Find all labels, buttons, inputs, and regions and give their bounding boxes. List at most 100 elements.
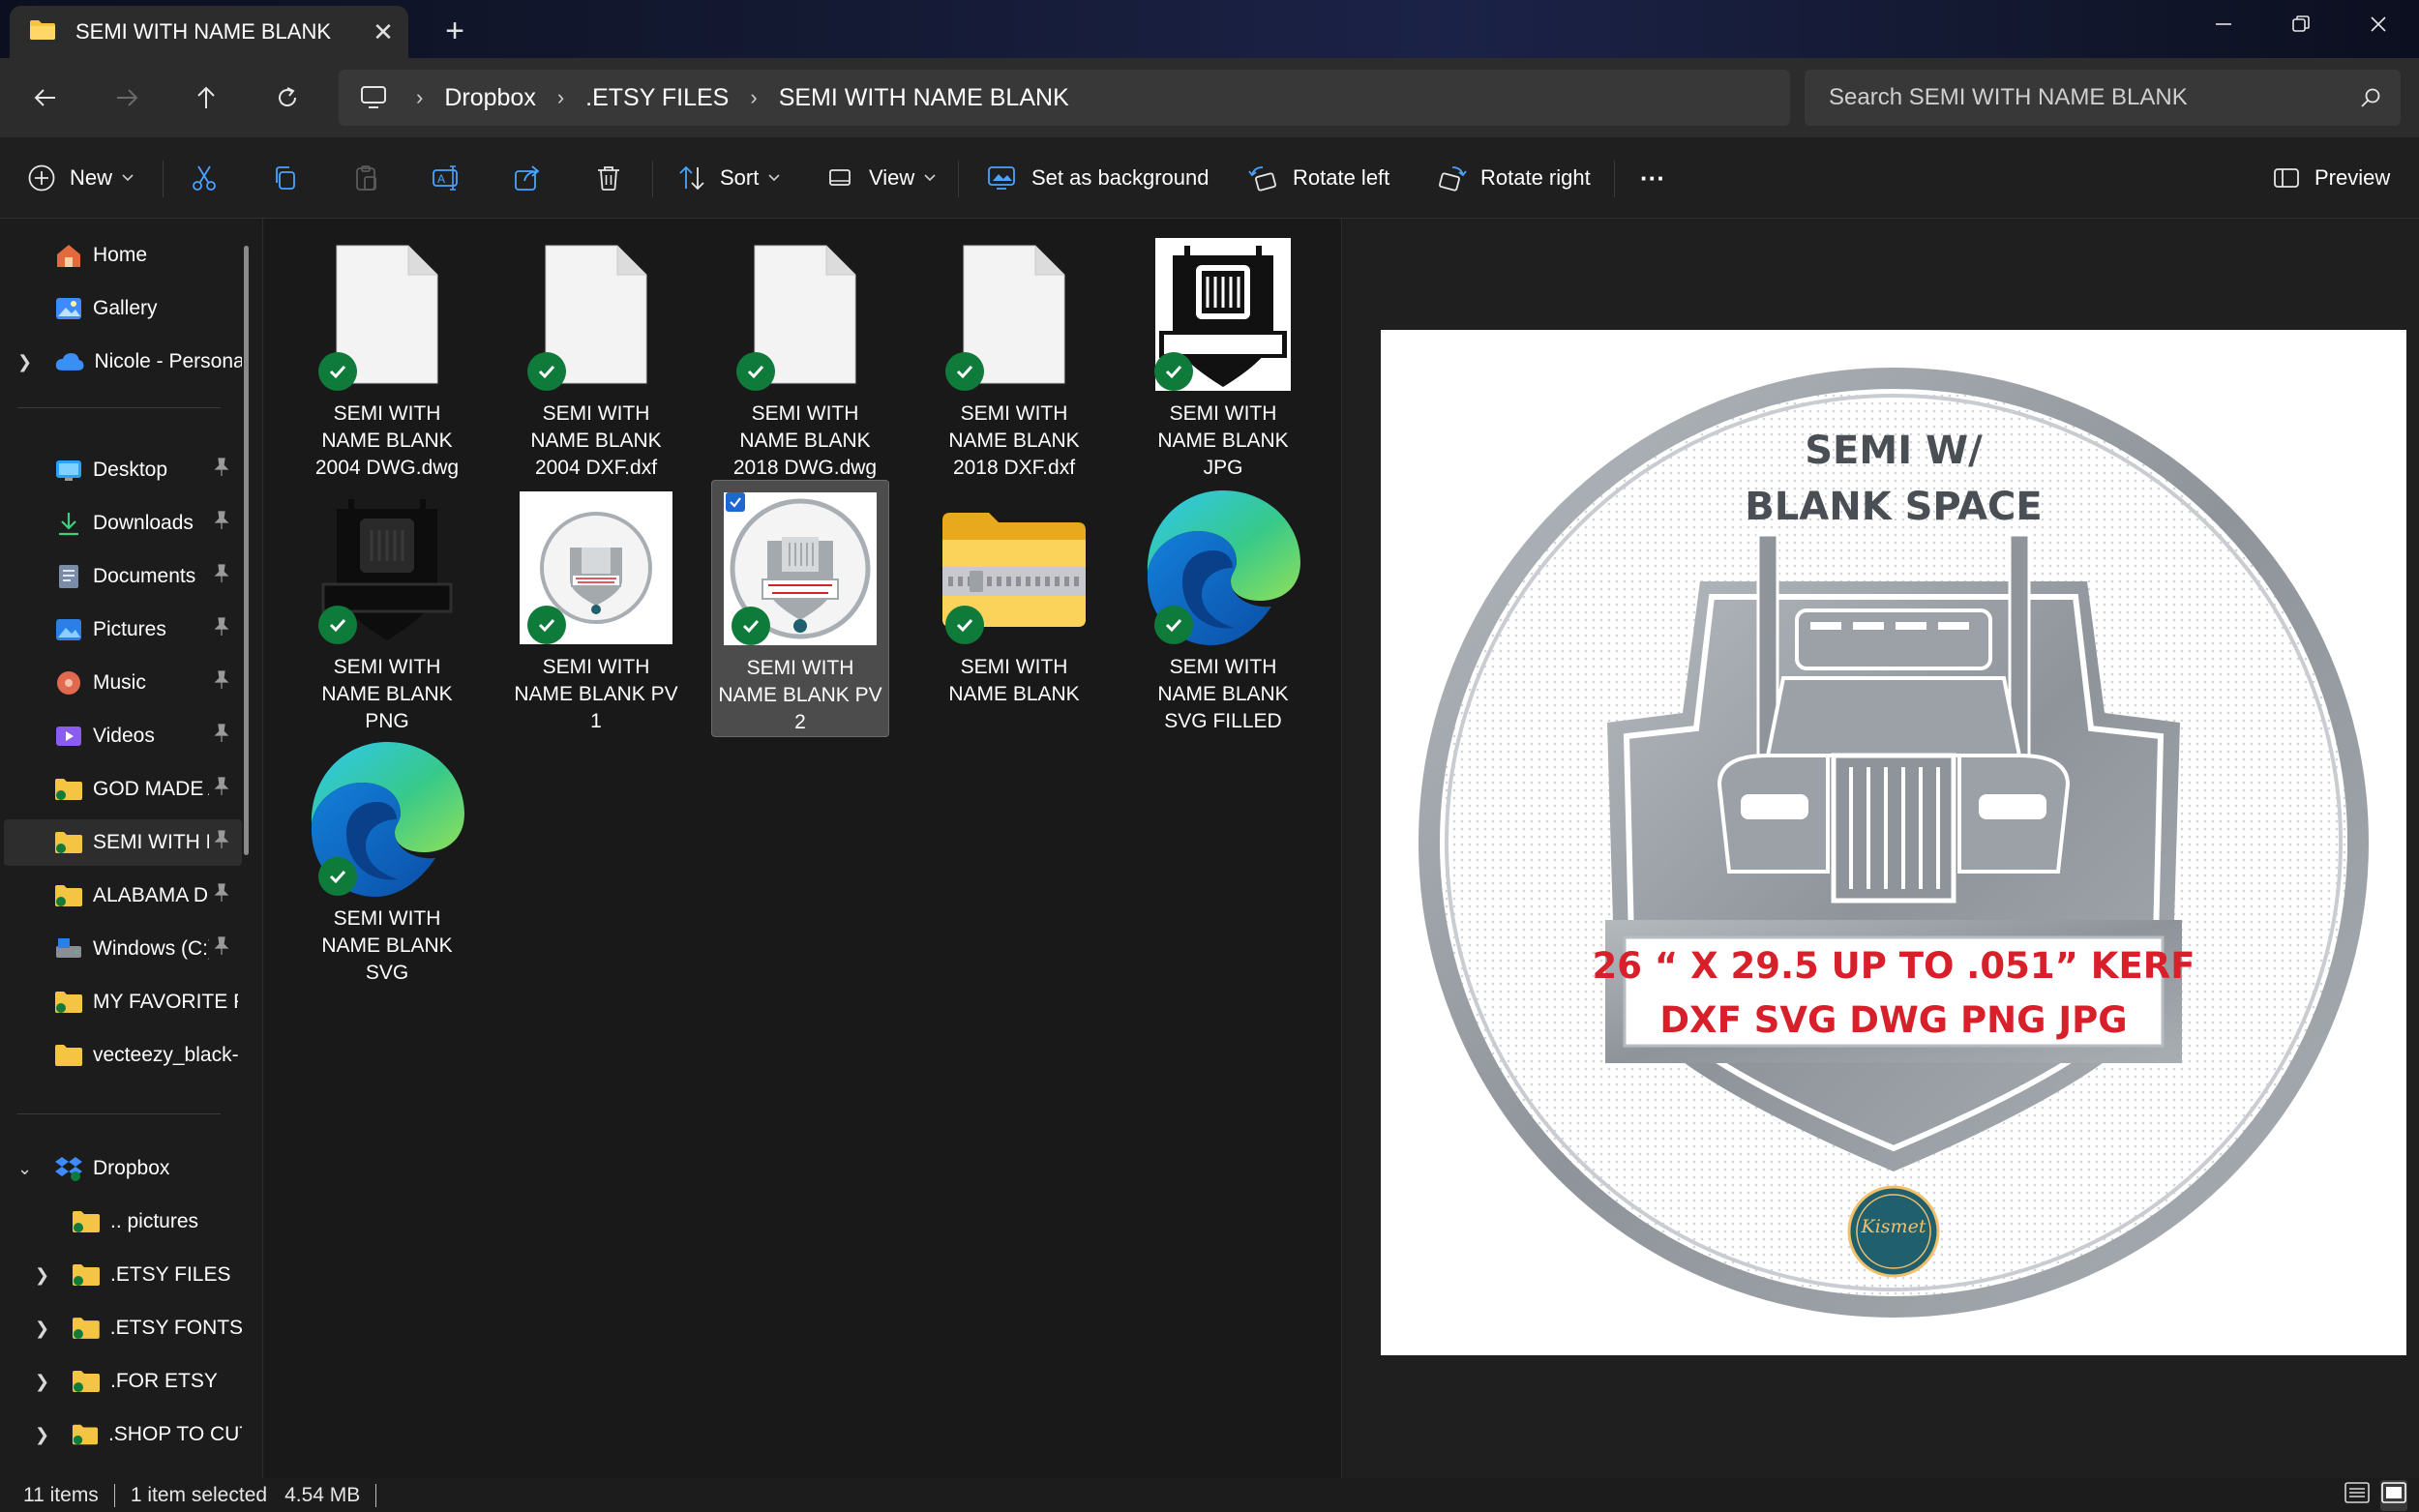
large-icons-view-button[interactable] [2380, 1479, 2407, 1511]
breadcrumb-current-folder[interactable]: SEMI WITH NAME BLANK [771, 84, 1077, 112]
sidebar-item-downloads[interactable]: Downloads [4, 500, 242, 547]
pin-icon[interactable] [213, 830, 230, 855]
file-item[interactable]: SEMI WITH NAME BLANK 2018 DWG.dwg [717, 232, 893, 482]
file-item[interactable]: SEMI WITH NAME BLANK 2004 DXF.dxf [508, 232, 684, 482]
breadcrumb-separator[interactable]: › [544, 85, 578, 110]
address-bar[interactable]: › Dropbox › .ETSY FILES › SEMI WITH NAME… [339, 70, 1790, 126]
preview-pane-button[interactable]: Preview [2272, 153, 2390, 203]
file-item-selected[interactable]: SEMI WITH NAME BLANK PV 2 [711, 480, 889, 737]
rotate-left-button[interactable]: Rotate left [1248, 153, 1389, 203]
divider [1614, 161, 1615, 197]
sidebar-item-shop-to-cut[interactable]: ❯ .SHOP TO CUT [4, 1411, 242, 1458]
sidebar-item-desktop[interactable]: Desktop [4, 447, 242, 493]
chevron-right-icon[interactable]: ❯ [35, 1319, 49, 1339]
delete-button[interactable] [594, 153, 623, 203]
sidebar-item-home[interactable]: Home [4, 232, 242, 279]
file-item[interactable]: SEMI WITH NAME BLANK JPG [1135, 232, 1311, 482]
sort-button[interactable]: Sort [677, 153, 780, 203]
pin-icon[interactable] [213, 564, 230, 589]
preview-title-line2: BLANK SPACE [1745, 485, 2043, 529]
sidebar-item-my-favorite-pe[interactable]: MY FAVORITE PE [4, 979, 242, 1025]
pin-icon[interactable] [213, 511, 230, 536]
arrow-left-icon [34, 89, 55, 106]
new-button[interactable]: New [27, 153, 134, 203]
sidebar-item-label: ALABAMA DE [93, 884, 209, 906]
pin-icon[interactable] [213, 936, 230, 962]
sync-check-icon [527, 606, 566, 644]
up-button[interactable] [182, 75, 230, 120]
this-pc-icon[interactable] [360, 85, 387, 110]
pin-icon[interactable] [213, 777, 230, 802]
sidebar-item-label: SEMI WITH N [93, 831, 209, 853]
pin-icon[interactable] [213, 458, 230, 483]
sidebar-item-pictures-folder[interactable]: .. pictures [4, 1199, 242, 1245]
search-box[interactable] [1805, 70, 2401, 126]
sidebar-item-alabama-de[interactable]: ALABAMA DE [4, 873, 242, 919]
details-view-button[interactable] [2344, 1480, 2371, 1511]
file-list: SEMI WITH NAME BLANK 2004 DWG.dwg SEMI W… [264, 219, 1340, 1478]
sidebar-scrollbar[interactable] [244, 246, 249, 855]
sidebar-item-documents[interactable]: Documents [4, 553, 242, 600]
chevron-right-icon[interactable]: ❯ [35, 1265, 49, 1286]
sidebar-item-semi-with-n[interactable]: SEMI WITH N [4, 819, 242, 866]
paste-button[interactable] [351, 153, 380, 203]
chevron-right-icon[interactable]: ❯ [17, 352, 32, 372]
close-window-button[interactable] [2340, 0, 2417, 48]
sidebar-item-etsy-files[interactable]: ❯ .ETSY FILES [4, 1252, 242, 1298]
sidebar-item-pictures[interactable]: Pictures [4, 607, 242, 653]
search-input[interactable] [1805, 84, 2360, 111]
breadcrumb-etsy-files[interactable]: .ETSY FILES [578, 84, 736, 112]
file-item[interactable]: SEMI WITH NAME BLANK PV 1 [508, 486, 684, 735]
file-item[interactable]: SEMI WITH NAME BLANK 2018 DXF.dxf [926, 232, 1102, 482]
breadcrumb-dropbox[interactable]: Dropbox [436, 84, 544, 112]
sidebar-item-dropbox[interactable]: ⌄ Dropbox [4, 1145, 242, 1192]
sidebar-item-gallery[interactable]: Gallery [4, 285, 242, 332]
file-item[interactable]: SEMI WITH NAME BLANK 2004 DWG.dwg [299, 232, 475, 482]
view-button[interactable]: View [826, 153, 936, 203]
file-name: SEMI WITH NAME BLANK SVG FILLED [1157, 656, 1289, 732]
sidebar-item-onedrive[interactable]: ❯ Nicole - Persona [4, 339, 242, 385]
sidebar-item-vecteezy[interactable]: vecteezy_black-s [4, 1032, 242, 1079]
preview-logo-text: Kismet [1861, 1216, 1926, 1237]
set-as-background-button[interactable]: Set as background [987, 153, 1209, 203]
more-options-button[interactable]: ··· [1635, 153, 1670, 203]
close-tab-icon[interactable]: ✕ [364, 13, 403, 51]
copy-button[interactable] [271, 153, 300, 203]
sidebar-item-god-made-a[interactable]: GOD MADE A [4, 766, 242, 813]
pin-icon[interactable] [213, 724, 230, 749]
restore-button[interactable] [2262, 0, 2340, 48]
file-item[interactable]: SEMI WITH NAME BLANK [926, 486, 1102, 708]
preview-banner-line1: 26 “ X 29.5 UP TO .051” KERF [1592, 945, 2195, 987]
title-bar: SEMI WITH NAME BLANK ✕ + [0, 0, 2419, 58]
chevron-right-icon[interactable]: ❯ [35, 1425, 49, 1445]
breadcrumb-separator[interactable]: › [403, 85, 436, 110]
new-tab-button[interactable]: + [433, 10, 476, 52]
pin-icon[interactable] [213, 883, 230, 908]
refresh-button[interactable] [263, 75, 312, 120]
chevron-right-icon[interactable]: ❯ [35, 1372, 49, 1392]
pin-icon[interactable] [213, 617, 230, 642]
share-button[interactable] [513, 153, 542, 203]
sidebar-item-videos[interactable]: Videos [4, 713, 242, 759]
file-item[interactable]: SEMI WITH NAME BLANK SVG [299, 737, 475, 987]
home-icon [57, 245, 80, 267]
breadcrumb-separator[interactable]: › [736, 85, 770, 110]
forward-button[interactable] [103, 75, 151, 120]
cut-button[interactable] [190, 153, 219, 203]
view-icon [829, 169, 851, 186]
rename-button[interactable]: A [432, 153, 463, 203]
rotate-right-button[interactable]: Rotate right [1436, 153, 1591, 203]
pin-icon[interactable] [213, 670, 230, 696]
file-item[interactable]: SEMI WITH NAME BLANK PNG [299, 486, 475, 735]
minimize-button[interactable] [2185, 0, 2262, 48]
sidebar-item-music[interactable]: Music [4, 660, 242, 706]
back-button[interactable] [21, 75, 70, 120]
tab-semi-with-name-blank[interactable]: SEMI WITH NAME BLANK ✕ [10, 6, 408, 58]
selected-checkbox[interactable] [726, 492, 745, 512]
chevron-down-icon[interactable]: ⌄ [17, 1159, 32, 1179]
sidebar-item-etsy-fonts[interactable]: ❯ .ETSY FONTS [4, 1305, 242, 1351]
sidebar-item-label: Home [93, 244, 148, 266]
file-item[interactable]: SEMI WITH NAME BLANK SVG FILLED [1135, 486, 1311, 735]
sidebar-item-for-etsy[interactable]: ❯ .FOR ETSY [4, 1358, 242, 1405]
sidebar-item-windows-c[interactable]: Windows (C:) [4, 926, 242, 972]
